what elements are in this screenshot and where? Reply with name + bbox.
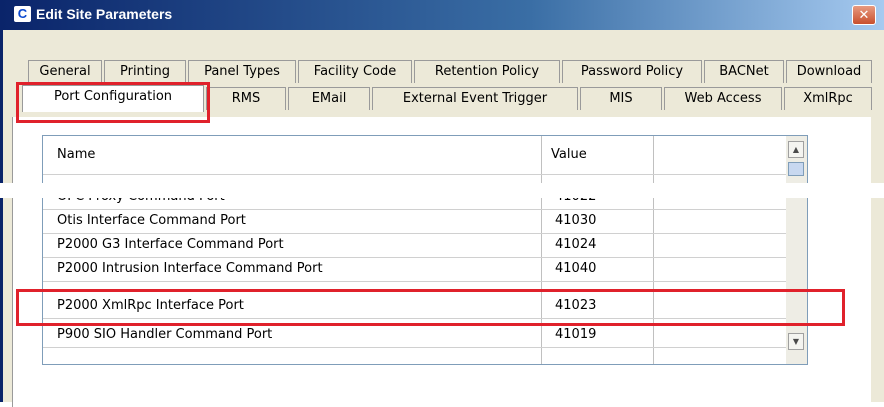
table-row[interactable]: P2000 Intrusion Interface Command Port 4… (43, 257, 787, 281)
header-divider (43, 174, 787, 175)
tab-bacnet[interactable]: BACNet (704, 60, 784, 83)
cell-value: 41024 (555, 237, 597, 252)
tab-download[interactable]: Download (786, 60, 872, 83)
tab-xmlrpc[interactable]: XmlRpc (784, 87, 872, 110)
tab-general[interactable]: General (28, 60, 102, 83)
row-divider (43, 347, 787, 348)
cell-name: Otis Interface Command Port (57, 213, 246, 228)
window-title: Edit Site Parameters (36, 6, 173, 22)
row-highlight-annotation (16, 289, 845, 326)
tab-external-event-trigger[interactable]: External Event Trigger (372, 87, 578, 110)
cell-name: P2000 Intrusion Interface Command Port (57, 261, 323, 276)
table-row[interactable]: P2000 G3 Interface Command Port 41024 (43, 233, 787, 257)
edit-site-parameters-window: C Edit Site Parameters ✕ General Printin… (0, 0, 884, 407)
row-divider (43, 281, 787, 282)
table-row[interactable]: P900 SIO Handler Command Port 41019 (43, 323, 787, 347)
scroll-thumb[interactable] (788, 162, 804, 176)
tab-password-policy[interactable]: Password Policy (562, 60, 702, 83)
column-header-value[interactable]: Value (551, 136, 587, 174)
tab-facility-code[interactable]: Facility Code (298, 60, 412, 83)
column-header-name[interactable]: Name (57, 136, 95, 174)
vertical-scrollbar[interactable]: ▲ ▼ (786, 136, 807, 364)
cell-value: 41019 (555, 327, 597, 342)
cell-name: P2000 G3 Interface Command Port (57, 237, 284, 252)
window-border (0, 30, 3, 402)
tab-mis[interactable]: MIS (580, 87, 662, 110)
tab-printing[interactable]: Printing (104, 60, 186, 83)
title-bar[interactable]: C Edit Site Parameters ✕ (0, 0, 884, 30)
cell-name: P900 SIO Handler Command Port (57, 327, 273, 342)
scroll-up-arrow-icon[interactable]: ▲ (788, 141, 804, 158)
app-icon: C (14, 6, 31, 22)
tab-rms[interactable]: RMS (206, 87, 286, 110)
port-configuration-grid[interactable]: Name Value OPC Proxy Command Port 41022 … (42, 135, 808, 365)
tab-panel-types[interactable]: Panel Types (188, 60, 296, 83)
cell-value: 41040 (555, 261, 597, 276)
scroll-down-arrow-icon[interactable]: ▼ (788, 333, 804, 350)
close-button[interactable]: ✕ (852, 5, 876, 25)
screenshot-crop-gap (0, 183, 884, 198)
cell-value: 41030 (555, 213, 597, 228)
tab-retention-policy[interactable]: Retention Policy (414, 60, 560, 83)
tab-email[interactable]: EMail (288, 87, 370, 110)
tab-web-access[interactable]: Web Access (664, 87, 782, 110)
tab-highlight-annotation (16, 82, 210, 123)
table-row[interactable]: Otis Interface Command Port 41030 (43, 209, 787, 233)
